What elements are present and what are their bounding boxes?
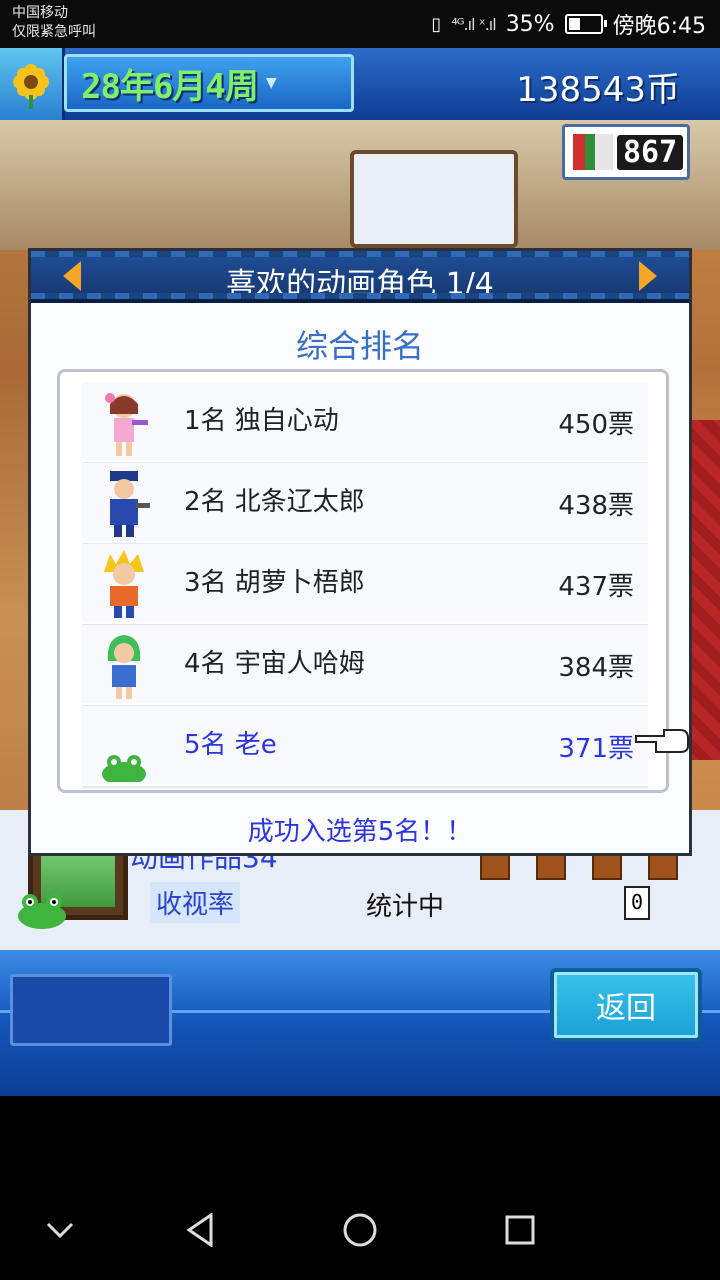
vibrate-icon: ▯ [431, 13, 442, 35]
house-icon [648, 854, 678, 880]
rank-name: 5名 老e [184, 730, 277, 760]
collapse-icon[interactable] [40, 1210, 80, 1250]
character-police-icon [110, 471, 150, 537]
system-indicators: ▯ ⁴ᴳ.ıl ˣ.ıl 35% 傍晚6:45 [431, 8, 706, 40]
back-button[interactable]: 返回 [550, 968, 702, 1042]
rank-votes: 438票 [558, 491, 634, 521]
character-spiky-hair-icon [104, 550, 144, 618]
rank-votes: 371票 [558, 734, 634, 764]
status-bar: 中国移动 仅限紧急呼叫 ▯ ⁴ᴳ.ıl ˣ.ıl 35% 傍晚6:45 [0, 0, 720, 48]
frog-icon [102, 755, 146, 782]
list-item: 2名 北条辽太郎 438票 [82, 463, 648, 543]
rank-name: 2名 北条辽太郎 [184, 487, 365, 517]
battery-icon [564, 14, 607, 34]
dialog-title: 喜欢的动画角色 1/4 [226, 267, 494, 302]
dialog-header: 喜欢的动画角色 1/4 [31, 251, 689, 303]
audience-houses [480, 854, 678, 880]
counter-value: 867 [617, 134, 684, 170]
ranking-dialog: 喜欢的动画角色 1/4 综合排名 1名 独自心动 450票 2名 北条辽太郎 4… [28, 248, 692, 856]
battery-percent: 35% [505, 11, 555, 37]
character-girl-icon [105, 393, 148, 456]
rating-label: 收视率 [150, 882, 241, 923]
rank-votes: 437票 [558, 572, 634, 602]
clock: 傍晚6:45 [612, 14, 706, 39]
rank-votes: 384票 [558, 653, 634, 683]
ranking-list[interactable]: 1名 独自心动 450票 2名 北条辽太郎 438票 3名 胡萝卜梧郎 437票 [57, 369, 669, 793]
books-icon [573, 134, 613, 170]
money-display: 138543币 [516, 70, 680, 110]
back-nav-icon[interactable] [180, 1210, 220, 1250]
rank-name: 1名 独自心动 [184, 406, 339, 436]
house-icon [592, 854, 622, 880]
list-item: 1名 独自心动 450票 [82, 382, 648, 462]
game-date: 28年6月4周 [81, 66, 259, 107]
signal-icon: ⁴ᴳ.ıl ˣ.ıl [451, 14, 496, 34]
rank-votes: 450票 [558, 410, 634, 440]
ranking-subtitle: 综合排名 [295, 327, 424, 365]
frog-icon [18, 894, 66, 929]
home-icon[interactable] [340, 1210, 380, 1250]
house-icon [480, 854, 510, 880]
small-counter: 0 [624, 886, 650, 920]
rank-name: 4名 宇宙人哈姆 [184, 649, 365, 679]
chevron-down-icon: ▼ [265, 75, 277, 91]
recent-apps-icon[interactable] [500, 1210, 540, 1250]
list-item: 3名 胡萝卜梧郎 437票 [82, 544, 648, 624]
research-counter[interactable]: 867 [562, 124, 690, 180]
carrier-name: 中国移动 [12, 5, 68, 21]
list-item: 4名 宇宙人哈姆 384票 [82, 625, 648, 705]
pointing-hand-icon [635, 729, 689, 753]
list-item-highlighted: 5名 老e 371票 [82, 706, 648, 786]
date-display[interactable]: 28年6月4周 ▼ [64, 54, 354, 112]
sunflower-icon[interactable] [0, 48, 65, 120]
emergency-only-text: 仅限紧急呼叫 [12, 24, 96, 40]
house-icon [536, 854, 566, 880]
scene-bed [350, 150, 518, 248]
game-top-bar: 28年6月4周 ▼ 138543币 [0, 48, 720, 120]
rating-value: 统计中 [366, 892, 445, 922]
next-page-arrow-icon[interactable] [639, 261, 657, 291]
navigation-bar [0, 1180, 720, 1280]
character-alien-icon [107, 635, 141, 699]
success-message: 成功入选第5名！！ [247, 817, 473, 847]
bottom-action-bar: 返回 [0, 950, 720, 1096]
rank-name: 3名 胡萝卜梧郎 [184, 568, 365, 598]
carrier-info: 中国移动 仅限紧急呼叫 [12, 4, 96, 42]
empty-slot [10, 974, 172, 1046]
